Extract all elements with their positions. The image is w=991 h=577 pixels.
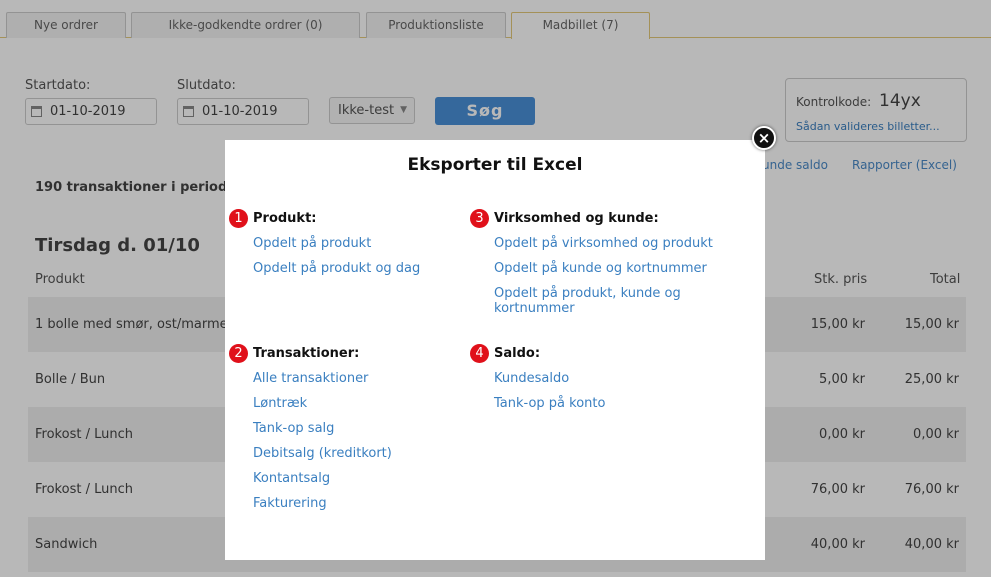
export-link[interactable]: Tank-op på konto xyxy=(494,396,719,411)
section-number-badge: 2 xyxy=(229,344,248,363)
export-link[interactable]: Kontantsalg xyxy=(253,471,478,486)
export-link[interactable]: Fakturering xyxy=(253,496,478,511)
export-link[interactable]: Opdelt på produkt xyxy=(253,236,478,251)
export-link[interactable]: Debitsalg (kreditkort) xyxy=(253,446,478,461)
export-excel-modal: Eksporter til Excel 1 Produkt: Opdelt på… xyxy=(225,140,765,560)
export-link[interactable]: Opdelt på virksomhed og produkt xyxy=(494,236,719,251)
export-link[interactable]: Opdelt på kunde og kortnummer xyxy=(494,261,719,276)
export-link[interactable]: Opdelt på produkt, kunde og kortnummer xyxy=(494,286,719,316)
modal-title: Eksporter til Excel xyxy=(407,155,583,175)
section-title: Transaktioner: xyxy=(253,346,360,361)
section-title: Saldo: xyxy=(494,346,541,361)
export-link[interactable]: Opdelt på produkt og dag xyxy=(253,261,478,276)
export-link[interactable]: Kundesaldo xyxy=(494,371,719,386)
export-link[interactable]: Løntræk xyxy=(253,396,478,411)
export-link[interactable]: Tank-op salg xyxy=(253,421,478,436)
close-icon[interactable]: × xyxy=(752,126,776,150)
section-title: Produkt: xyxy=(253,211,317,226)
section-title: Virksomhed og kunde: xyxy=(494,211,659,226)
section-number-badge: 4 xyxy=(470,344,489,363)
export-link[interactable]: Alle transaktioner xyxy=(253,371,478,386)
section-number-badge: 3 xyxy=(470,209,489,228)
section-number-badge: 1 xyxy=(229,209,248,228)
